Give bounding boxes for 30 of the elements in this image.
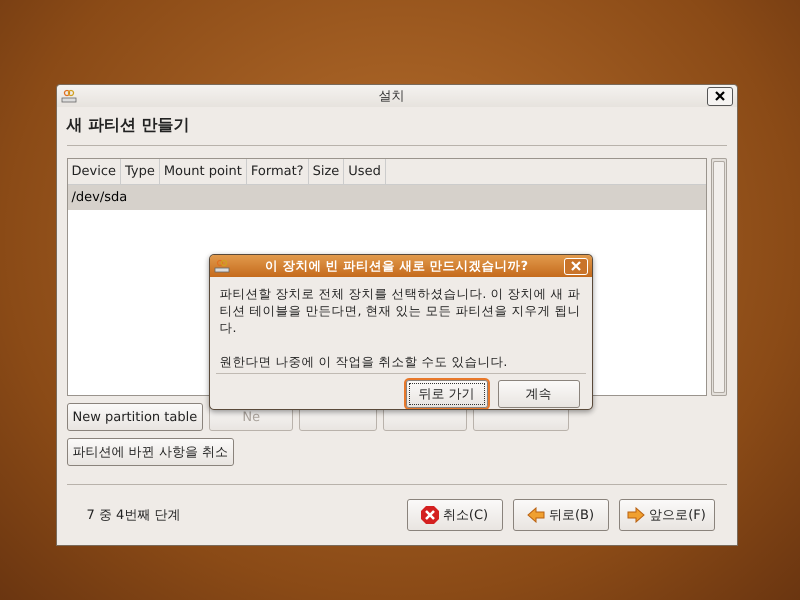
back-button[interactable]: 뒤로(B) (512, 499, 608, 531)
page-heading: 새 파티션 만들기 (66, 115, 191, 136)
column-header[interactable]: Mount point (160, 159, 247, 184)
close-icon (570, 261, 580, 271)
partition-button[interactable]: New partition table (66, 403, 204, 431)
column-header[interactable]: Used (344, 159, 386, 184)
column-header[interactable]: Type (120, 159, 160, 184)
cancel-button[interactable]: 취소(C) (406, 499, 502, 531)
column-header[interactable]: Size (308, 159, 344, 184)
column-header[interactable]: Device (68, 159, 121, 184)
dialog-message: 원한다면 나중에 이 작업을 취소할 수도 있습니다. (218, 353, 508, 370)
cancel-icon (420, 506, 439, 524)
scrollbar[interactable] (710, 158, 726, 396)
close-icon (714, 91, 724, 101)
dialog-message: 파티션할 장치로 전체 장치를 선택하셨습니다. 이 장치에 새 파티션 테이블을 만든다면, 현재 있는 모든 파티션을 지우게 됩니다. (218, 285, 582, 336)
close-button[interactable] (706, 86, 732, 106)
dialog-button[interactable]: 계속 (498, 380, 580, 408)
table-row[interactable]: /dev/sda (68, 185, 706, 210)
revert-changes-button[interactable]: 파티션에 바뀐 사항을 취소 (66, 438, 234, 466)
step-indicator: 7 중 4번째 단계 (86, 507, 182, 524)
dialog-button[interactable]: 뒤로 가기 (406, 380, 488, 408)
right-arrow-icon (627, 507, 646, 523)
column-header[interactable]: Format? (246, 159, 309, 184)
window-title: 설치 (378, 88, 406, 105)
installer-logo-icon (60, 89, 76, 103)
left-arrow-icon (526, 507, 545, 523)
dialog-close-button[interactable] (564, 258, 588, 274)
dialog-title: 이 장치에 빈 파티션을 새로 만드시겠습니까? (264, 258, 529, 274)
drive-icon (214, 259, 230, 273)
forward-button[interactable]: 앞으로(F) (618, 499, 714, 531)
